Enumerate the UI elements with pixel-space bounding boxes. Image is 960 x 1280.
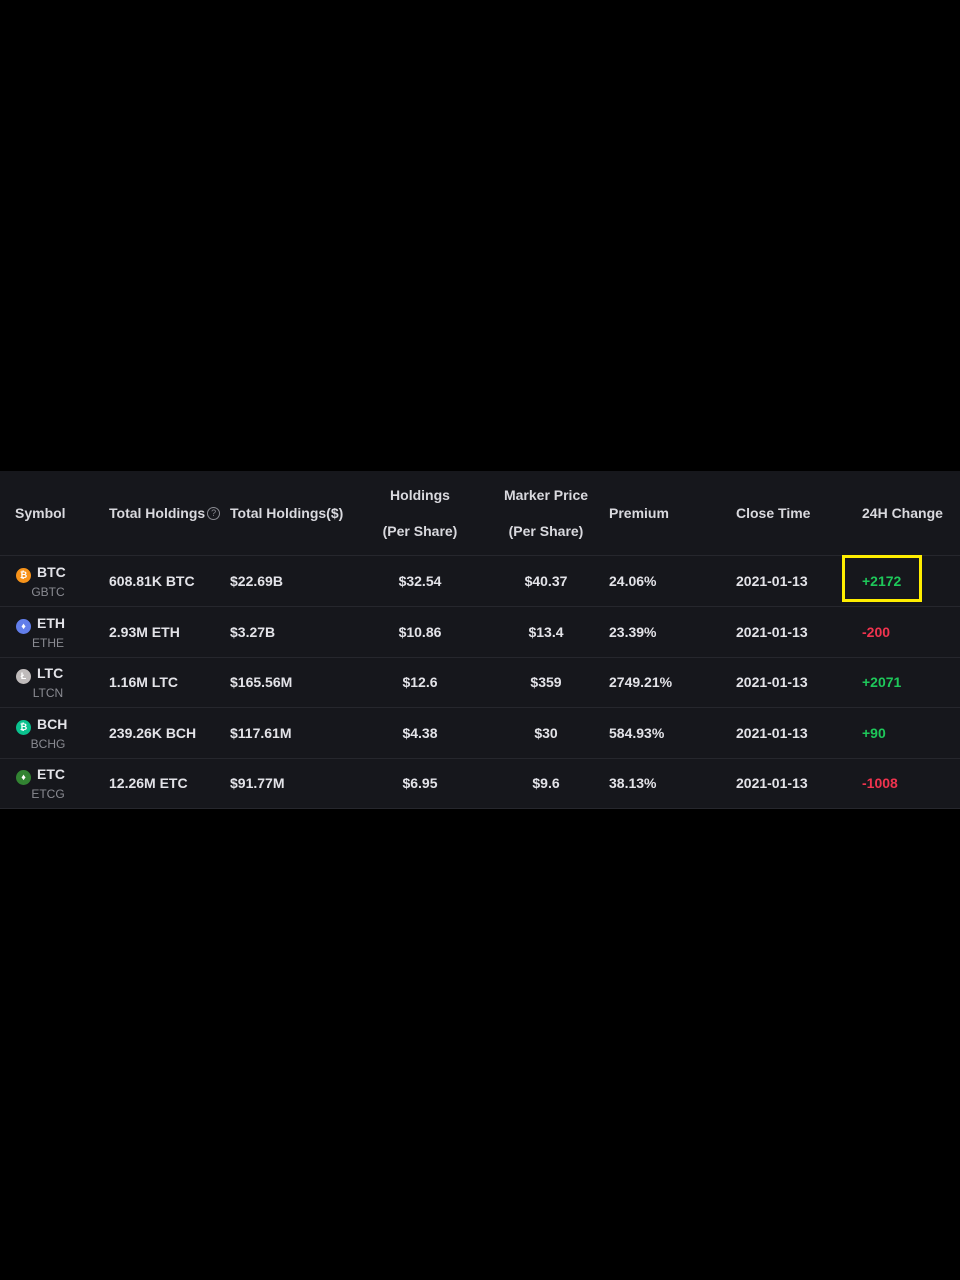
fund-ticker: ETHE	[31, 635, 64, 650]
header-market-price[interactable]: Marker Price (Per Share)	[496, 471, 596, 555]
change-24h-cell: -1008	[862, 775, 898, 792]
symbol-cell[interactable]: ♦ ETH ETHE	[16, 612, 68, 652]
total-holdings-usd-cell: $3.27B	[230, 623, 276, 640]
fund-ticker: BCHG	[30, 736, 66, 751]
holdings-per-share-cell: $10.86	[398, 623, 442, 640]
header-premium[interactable]: Premium	[609, 471, 669, 555]
table-row[interactable]: ♦ ETH ETHE 2.93M ETH $3.27B $10.86 $13.4…	[0, 607, 960, 658]
market-price-cell: $40.37	[524, 573, 568, 589]
header-24h-change-label: 24H Change	[862, 505, 943, 521]
header-close-time[interactable]: Close Time	[736, 471, 810, 555]
bitcoin-icon: ₿	[16, 568, 31, 583]
header-total-holdings-usd-label: Total Holdings($)	[230, 505, 344, 521]
total-holdings-usd-cell: $117.61M	[230, 724, 292, 741]
coin-symbol: LTC	[37, 665, 64, 682]
header-symbol[interactable]: Symbol	[15, 471, 66, 555]
change-24h-cell: +90	[862, 724, 886, 741]
symbol-cell[interactable]: ₿ BTC GBTC	[16, 561, 68, 601]
fund-ticker: GBTC	[31, 585, 65, 599]
holdings-per-share-cell: $6.95	[402, 775, 438, 792]
total-holdings-cell: 2.93M ETH	[109, 623, 180, 640]
header-total-holdings-usd[interactable]: Total Holdings($)	[230, 471, 343, 555]
premium-cell: 24.06%	[609, 573, 657, 589]
close-time-cell: 2021-01-13	[736, 724, 808, 741]
market-price-cell: $359	[530, 674, 562, 691]
header-total-holdings-label: Total Holdings	[109, 505, 206, 521]
symbol-cell[interactable]: ♦ ETC ETCG	[16, 763, 68, 803]
total-holdings-usd-cell: $165.56M	[230, 674, 293, 691]
coin-symbol: BTC	[37, 564, 66, 580]
table-row[interactable]: Ł LTC LTCN 1.16M LTC $165.56M $12.6 $359…	[0, 657, 960, 709]
table-header: Symbol Total Holdings ? Total Holdings($…	[0, 471, 960, 556]
change-24h-cell: +2172	[862, 573, 902, 589]
total-holdings-cell: 608.81K BTC	[109, 573, 195, 589]
header-holdings-line2: (Per Share)	[382, 523, 458, 539]
grayscale-holdings-table: Symbol Total Holdings ? Total Holdings($…	[0, 471, 960, 810]
close-time-cell: 2021-01-13	[736, 674, 808, 691]
total-holdings-usd-cell: $91.77M	[230, 775, 285, 792]
change-24h-cell: -200	[862, 623, 891, 640]
close-time-cell: 2021-01-13	[736, 775, 808, 792]
premium-cell: 584.93%	[609, 724, 665, 741]
market-price-cell: $30	[534, 724, 558, 741]
premium-cell: 2749.21%	[609, 674, 673, 691]
total-holdings-cell: 1.16M LTC	[109, 674, 178, 691]
table-row[interactable]: ₿ BTC GBTC 608.81K BTC $22.69B $32.54 $4…	[0, 556, 960, 607]
close-time-cell: 2021-01-13	[736, 573, 808, 589]
fund-ticker: LTCN	[32, 686, 64, 701]
header-market-price-line1: Marker Price	[503, 487, 589, 503]
market-price-cell: $9.6	[532, 775, 560, 792]
coin-symbol: BCH	[37, 715, 68, 732]
holdings-per-share-cell: $12.6	[402, 674, 438, 691]
header-market-price-line2: (Per Share)	[508, 523, 584, 539]
coin-symbol: ETC	[37, 766, 65, 783]
ethereum-classic-icon: ♦	[16, 770, 31, 786]
bitcoin-cash-icon: ₿	[16, 719, 31, 735]
holdings-per-share-cell: $4.38	[402, 724, 438, 741]
table-row[interactable]: ₿ BCH BCHG 239.26K BCH $117.61M $4.38 $3…	[0, 708, 960, 759]
close-time-cell: 2021-01-13	[736, 623, 808, 640]
litecoin-icon: Ł	[16, 669, 31, 685]
change-24h-cell: +2071	[862, 674, 902, 691]
header-24h-change[interactable]: 24H Change	[862, 471, 943, 555]
fund-ticker: ETCG	[31, 787, 65, 802]
premium-cell: 38.13%	[609, 775, 657, 792]
help-icon[interactable]: ?	[207, 506, 221, 520]
ethereum-icon: ♦	[16, 618, 31, 634]
premium-cell: 23.39%	[609, 623, 657, 640]
header-holdings-line1: Holdings	[390, 487, 450, 503]
header-close-time-label: Close Time	[736, 505, 811, 521]
symbol-cell[interactable]: Ł LTC LTCN	[16, 662, 68, 702]
header-holdings-per-share[interactable]: Holdings (Per Share)	[370, 471, 470, 555]
market-price-cell: $13.4	[528, 623, 564, 640]
table-row[interactable]: ♦ ETC ETCG 12.26M ETC $91.77M $6.95 $9.6…	[0, 758, 960, 810]
header-symbol-label: Symbol	[15, 505, 66, 521]
header-total-holdings[interactable]: Total Holdings ?	[109, 471, 221, 555]
total-holdings-usd-cell: $22.69B	[230, 573, 283, 589]
coin-symbol: ETH	[37, 614, 65, 631]
total-holdings-cell: 12.26M ETC	[109, 775, 188, 792]
total-holdings-cell: 239.26K BCH	[109, 724, 197, 741]
header-premium-label: Premium	[609, 505, 669, 521]
symbol-cell[interactable]: ₿ BCH BCHG	[16, 713, 68, 753]
holdings-per-share-cell: $32.54	[398, 573, 442, 589]
